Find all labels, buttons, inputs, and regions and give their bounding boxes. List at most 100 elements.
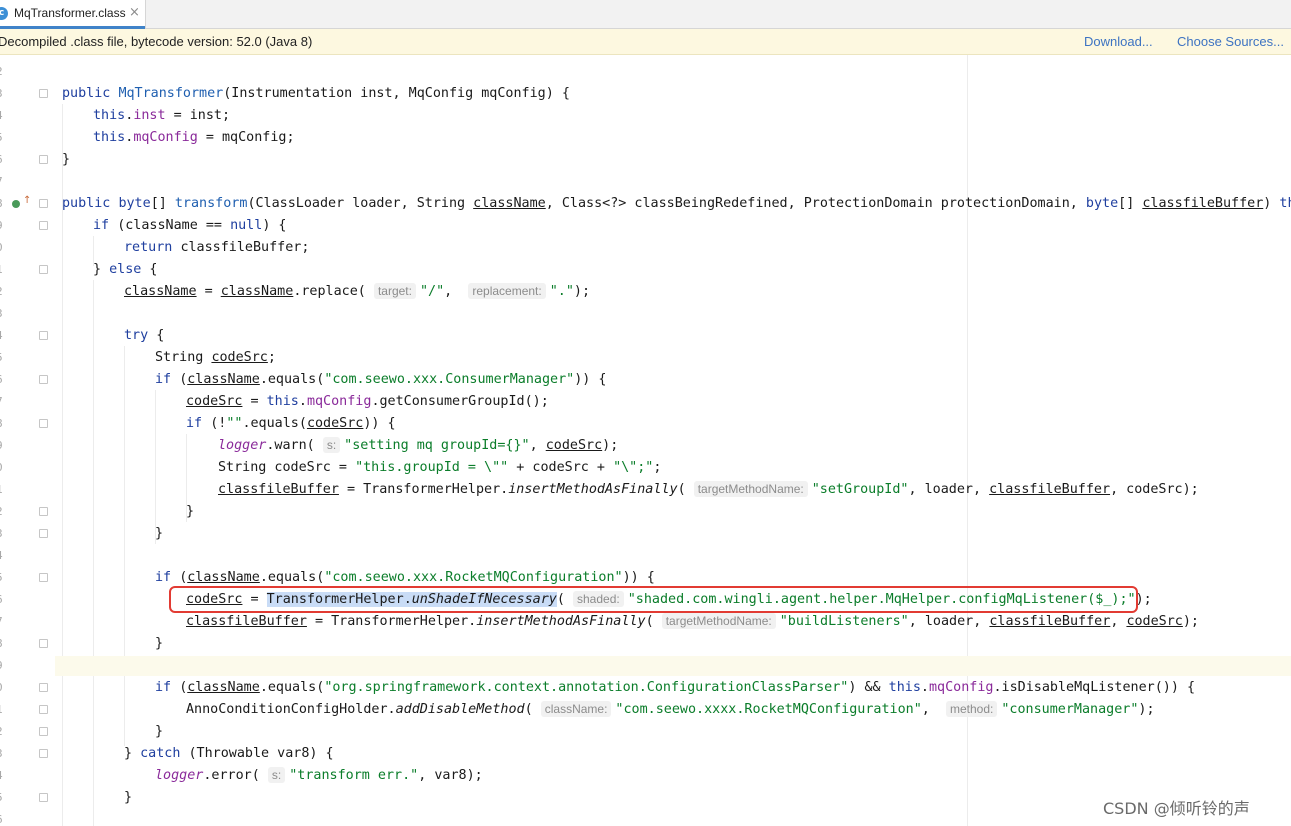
code-text: )) {	[574, 372, 607, 387]
code-text: {	[148, 328, 165, 343]
param-ref: className	[187, 372, 260, 387]
fold-marker-icon[interactable]	[39, 221, 48, 230]
code-line[interactable]: return classfileBuffer;	[124, 238, 309, 258]
code-line[interactable]: className = className.replace( target: "/…	[124, 282, 590, 302]
keyword: this	[93, 108, 126, 123]
code-text: );	[1135, 592, 1152, 607]
fold-marker-icon[interactable]	[39, 727, 48, 736]
param-ref: classfileBuffer	[989, 482, 1111, 497]
code-text: .isDisableMqListener()) {	[993, 680, 1196, 695]
parameter-hint: replacement:	[468, 283, 546, 299]
code-line[interactable]: classfileBuffer = TransformerHelper.inse…	[186, 612, 1199, 632]
line-number: 5	[0, 131, 8, 144]
fold-marker-icon[interactable]	[39, 375, 48, 384]
code-line[interactable]: String codeSrc;	[155, 348, 276, 368]
code-text: ;	[267, 350, 276, 365]
code-line[interactable]: }	[155, 722, 163, 742]
fold-marker-icon[interactable]	[39, 265, 48, 274]
code-line[interactable]: if (className.equals("com.seewo.xxx.Rock…	[155, 568, 655, 588]
code-line[interactable]: this.mqConfig = mqConfig;	[93, 128, 295, 148]
choose-sources-link[interactable]: Choose Sources...	[1177, 34, 1284, 49]
line-number: 2	[0, 725, 8, 738]
code-text: }	[124, 790, 133, 805]
code-line[interactable]: }	[155, 524, 163, 544]
code-line[interactable]: if (className == null) {	[93, 216, 287, 236]
code-text: , Class<?> classBeingRedefined, Protecti…	[545, 196, 1086, 211]
code-line[interactable]: }	[186, 502, 194, 522]
code-line[interactable]: logger.error( s: "transform err.", var8);	[155, 766, 483, 786]
static-method-ref: addDisableMethod	[395, 702, 525, 717]
keyword: return	[124, 240, 181, 255]
parameter-hint: targetMethodName:	[661, 613, 776, 629]
field-ref: mqConfig	[928, 680, 994, 695]
code-line[interactable]: if (!"".equals(codeSrc)) {	[186, 414, 396, 434]
fold-marker-icon[interactable]	[39, 507, 48, 516]
implements-method-icon[interactable]	[12, 200, 20, 208]
code-text: = TransformerHelper.	[338, 482, 509, 497]
code-line[interactable]: } else {	[93, 260, 158, 280]
code-line[interactable]: }	[155, 634, 163, 654]
keyword: byte	[118, 196, 151, 211]
fold-marker-icon[interactable]	[39, 705, 48, 714]
close-tab-icon[interactable]: ×	[129, 5, 140, 20]
line-number: 3	[0, 527, 8, 540]
fold-marker-icon[interactable]	[39, 793, 48, 802]
string-literal: "com.seewo.xxx.RocketMQConfiguration"	[324, 570, 623, 585]
fold-marker-icon[interactable]	[39, 89, 48, 98]
tab-mqtransformer-class[interactable]: c MqTransformer.class ×	[0, 0, 146, 29]
code-text: + codeSrc +	[508, 460, 614, 475]
static-field-ref: logger	[155, 768, 204, 783]
indent-guide	[93, 280, 94, 826]
fold-marker-icon[interactable]	[39, 573, 48, 582]
code-line[interactable]: codeSrc = this.mqConfig.getConsumerGroup…	[186, 392, 549, 412]
code-line[interactable]: this.inst = inst;	[93, 106, 230, 126]
fold-marker-icon[interactable]	[39, 639, 48, 648]
class-file-icon: c	[0, 7, 8, 20]
variable-ref: codeSrc	[211, 350, 268, 365]
code-line[interactable]: classfileBuffer = TransformerHelper.inse…	[218, 480, 1199, 500]
string-literal: "com.seewo.xxxx.RocketMQConfiguration"	[615, 702, 922, 717]
code-line[interactable]: }	[124, 788, 132, 808]
static-method-ref: insertMethodAsFinally	[508, 482, 678, 497]
parameter-hint: target:	[373, 283, 416, 299]
code-text: }	[124, 746, 141, 761]
code-text: );	[1138, 702, 1155, 717]
code-text: );	[573, 284, 591, 299]
editor-gutter: 2 3 4 5 6 7 8 9 0 1 2 3 4 5 6 7 8 9 0 1 …	[0, 55, 55, 826]
fold-marker-icon[interactable]	[39, 199, 48, 208]
highlight-annotation-box	[169, 586, 1138, 613]
code-line[interactable]: } catch (Throwable var8) {	[124, 744, 334, 764]
fold-marker-icon[interactable]	[39, 749, 48, 758]
code-line[interactable]: if (className.equals("com.seewo.xxx.Cons…	[155, 370, 606, 390]
code-text: .equals(	[259, 372, 325, 387]
fold-marker-icon[interactable]	[39, 331, 48, 340]
fold-marker-icon[interactable]	[39, 529, 48, 538]
csdn-watermark: CSDN @倾听铃的声	[1103, 799, 1250, 818]
static-field-ref: logger	[218, 438, 267, 453]
code-text: )) {	[622, 570, 655, 585]
code-text: ,	[444, 284, 469, 299]
keyword: if	[93, 218, 118, 233]
code-line[interactable]: public byte[] transform(ClassLoader load…	[62, 194, 1291, 214]
code-line[interactable]: AnnoConditionConfigHolder.addDisableMeth…	[186, 700, 1155, 720]
keyword: this	[93, 130, 126, 145]
code-line[interactable]: try {	[124, 326, 164, 346]
line-number: 2	[0, 65, 8, 78]
variable-ref: codeSrc	[545, 438, 603, 453]
line-number: 9	[0, 659, 8, 672]
code-text: (	[645, 614, 662, 629]
indent-guide	[155, 390, 156, 544]
code-text: =	[242, 394, 267, 409]
download-link[interactable]: Download...	[1084, 34, 1153, 49]
fold-marker-icon[interactable]	[39, 419, 48, 428]
code-line[interactable]: String codeSrc = "this.groupId = \"" + c…	[218, 458, 661, 478]
code-line[interactable]: if (className.equals("org.springframewor…	[155, 678, 1195, 698]
editor-tab-bar: c MqTransformer.class ×	[0, 0, 1291, 29]
code-line[interactable]: logger.warn( s: "setting mq groupId={}", …	[218, 436, 618, 456]
line-number: 6	[0, 813, 8, 826]
fold-marker-icon[interactable]	[39, 683, 48, 692]
code-line[interactable]: }	[62, 150, 70, 170]
fold-marker-icon[interactable]	[39, 155, 48, 164]
code-line[interactable]: public MqTransformer(Instrumentation ins…	[62, 84, 570, 104]
parameter-hint: targetMethodName:	[693, 481, 808, 497]
